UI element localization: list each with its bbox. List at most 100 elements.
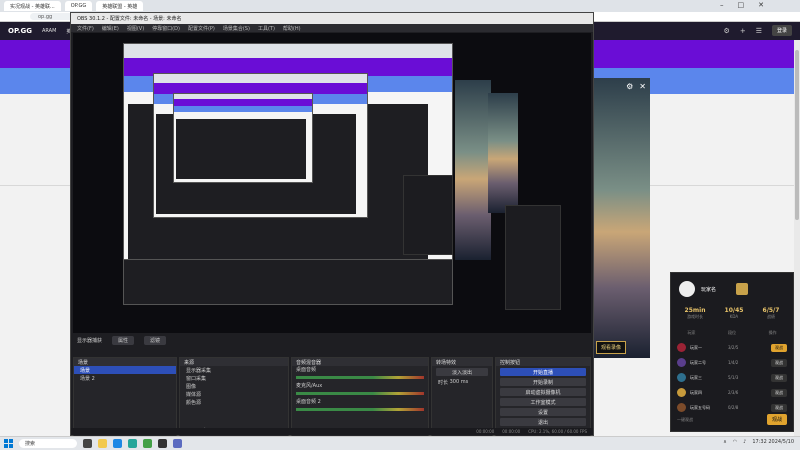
- volume-meter[interactable]: [296, 408, 424, 411]
- tab-label: 实况观战 - 英雄联...: [10, 3, 55, 10]
- wifi-icon[interactable]: ◠: [733, 439, 737, 445]
- transitions-dock: 转场特效 淡入淡出 时长 300 ms: [431, 357, 493, 437]
- nested-splash-art: [488, 93, 518, 213]
- store-icon[interactable]: [128, 439, 137, 448]
- column-header: 段位: [727, 330, 736, 335]
- taskbar-search[interactable]: 搜索: [19, 439, 77, 448]
- column-header: 玩家: [687, 330, 696, 335]
- scene-item[interactable]: 场景 2: [74, 374, 176, 382]
- obs-docks: 场景 场景 场景 2 + − ∧ ∨ 来源 显示器采集 窗口采集 图像 媒体源 …: [73, 357, 591, 437]
- obs-icon[interactable]: [158, 439, 167, 448]
- player-score: 0/2/8: [728, 405, 739, 410]
- stat: 10/45 KDA: [724, 307, 744, 319]
- menu-item[interactable]: 文件(F): [77, 25, 94, 32]
- stat: 6/5/7 战绩: [762, 307, 780, 319]
- dock-title: 控制按钮: [496, 358, 590, 366]
- controls-dock: 控制按钮 开始直播 开始录制 启动虚拟摄像机 工作室模式 设置 退出: [495, 357, 591, 437]
- source-item[interactable]: 显示器采集: [180, 366, 288, 374]
- browser-tab[interactable]: 英雄联盟 - 英雄: [96, 1, 144, 11]
- menu-item[interactable]: 帮助(H): [283, 25, 301, 32]
- page-scrollbar[interactable]: [794, 40, 800, 450]
- settings-icon[interactable]: ⚙: [724, 27, 730, 35]
- splash-controls: ⚙ ✕: [626, 82, 646, 91]
- card-header: 玩家名: [671, 273, 793, 301]
- source-item[interactable]: 图像: [180, 382, 288, 390]
- source-item[interactable]: 颜色源: [180, 398, 288, 406]
- join-button[interactable]: 观战: [766, 414, 787, 425]
- site-nav-actions: ⚙ + ☰ 登录: [724, 25, 792, 36]
- virtual-camera-button[interactable]: 启动虚拟摄像机: [500, 388, 586, 396]
- menu-item[interactable]: 工具(T): [258, 25, 275, 32]
- minimize-icon[interactable]: –: [720, 1, 724, 9]
- spectate-button[interactable]: 观战: [771, 403, 787, 412]
- duration-value[interactable]: 300 ms: [450, 379, 469, 385]
- volume-icon[interactable]: ♪: [743, 439, 746, 445]
- browser-tabbar: 实况观战 - 英雄联... OP.GG 英雄联盟 - 英雄 – □ ✕: [0, 0, 800, 12]
- channel-label: 桌面音频: [296, 367, 317, 373]
- browser-tab[interactable]: 实况观战 - 英雄联...: [4, 1, 61, 11]
- volume-meter[interactable]: [296, 392, 424, 395]
- card-footer: 一键观战 观战: [677, 414, 787, 425]
- task-view-icon[interactable]: [83, 439, 92, 448]
- spectate-button[interactable]: 观战: [771, 373, 787, 382]
- source-item[interactable]: 窗口采集: [180, 374, 288, 382]
- obs-status-bar: 00:00:00 00:00:00 CPU: 2.1%, 60.00 / 60.…: [71, 428, 593, 435]
- player-name: 玩家四: [690, 389, 702, 395]
- nav-item[interactable]: ARAM: [42, 28, 56, 34]
- menu-item[interactable]: 编辑(E): [102, 25, 119, 32]
- studio-mode-button[interactable]: 工作室模式: [500, 398, 586, 406]
- player-name: 玩家二号: [690, 359, 706, 365]
- scene-item[interactable]: 场景: [74, 366, 176, 374]
- player-score: 2/3/6: [728, 390, 739, 395]
- menu-icon[interactable]: ☰: [756, 27, 762, 35]
- menu-item[interactable]: 配置文件(P): [188, 25, 215, 32]
- sources-dock: 来源 显示器采集 窗口采集 图像 媒体源 颜色源 + − ⚙: [179, 357, 289, 437]
- site-logo[interactable]: OP.GG: [8, 27, 32, 35]
- transition-select[interactable]: 淡入淡出: [436, 368, 488, 376]
- spectate-button[interactable]: 观战: [771, 358, 787, 367]
- volume-meter[interactable]: [296, 376, 424, 379]
- browser-tab[interactable]: OP.GG: [64, 1, 93, 11]
- app-icon[interactable]: [173, 439, 182, 448]
- cpu-fps: CPU: 2.1%, 60.00 / 60.00 FPS: [528, 429, 587, 434]
- filters-button[interactable]: 滤镜: [144, 335, 167, 345]
- tray-chevron-icon[interactable]: ∧: [723, 439, 727, 445]
- menu-item[interactable]: 停靠窗口(D): [152, 25, 180, 32]
- watch-replay-button[interactable]: 观看录像: [596, 341, 627, 354]
- start-recording-button[interactable]: 开始录制: [500, 378, 586, 386]
- column-header: 操作: [768, 330, 777, 335]
- clock[interactable]: 17:32 2024/5/10: [752, 439, 794, 445]
- footer-hint: 一键观战: [677, 416, 693, 422]
- start-streaming-button[interactable]: 开始直播: [500, 368, 586, 376]
- record-timer: 00:00:00: [502, 429, 521, 434]
- dock-title: 转场特效: [432, 358, 492, 366]
- close-icon[interactable]: ✕: [639, 82, 646, 91]
- edge-icon[interactable]: [113, 439, 122, 448]
- url-text: op.gg: [38, 13, 53, 20]
- splash-art: ⚙ ✕ 观看录像: [592, 78, 650, 358]
- windows-start-icon[interactable]: [4, 439, 13, 448]
- obs-preview[interactable]: [73, 33, 591, 333]
- tab-label: 英雄联盟 - 英雄: [102, 3, 138, 10]
- spectate-button[interactable]: 观战: [771, 343, 787, 352]
- player-score: 5/1/3: [728, 375, 739, 380]
- app-icon[interactable]: [143, 439, 152, 448]
- scroll-thumb[interactable]: [795, 50, 799, 220]
- settings-button[interactable]: 设置: [500, 408, 586, 416]
- properties-button[interactable]: 属性: [112, 335, 135, 345]
- login-button[interactable]: 登录: [771, 25, 792, 36]
- spectate-button[interactable]: 观战: [771, 388, 787, 397]
- player-row: 玩家三 5/1/3 观战: [671, 370, 793, 385]
- maximize-icon[interactable]: □: [738, 1, 745, 9]
- file-explorer-icon[interactable]: [98, 439, 107, 448]
- source-item[interactable]: 媒体源: [180, 390, 288, 398]
- settings-icon[interactable]: ⚙: [626, 82, 633, 91]
- close-icon[interactable]: ✕: [758, 1, 764, 9]
- stat: 25min 游戏时长: [684, 307, 706, 319]
- add-icon[interactable]: +: [740, 27, 746, 35]
- exit-button[interactable]: 退出: [500, 418, 586, 426]
- player-avatar: [677, 343, 686, 352]
- dock-title: 音频混音器: [292, 358, 428, 366]
- menu-item[interactable]: 场景集合(S): [223, 25, 250, 32]
- menu-item[interactable]: 视图(V): [127, 25, 144, 32]
